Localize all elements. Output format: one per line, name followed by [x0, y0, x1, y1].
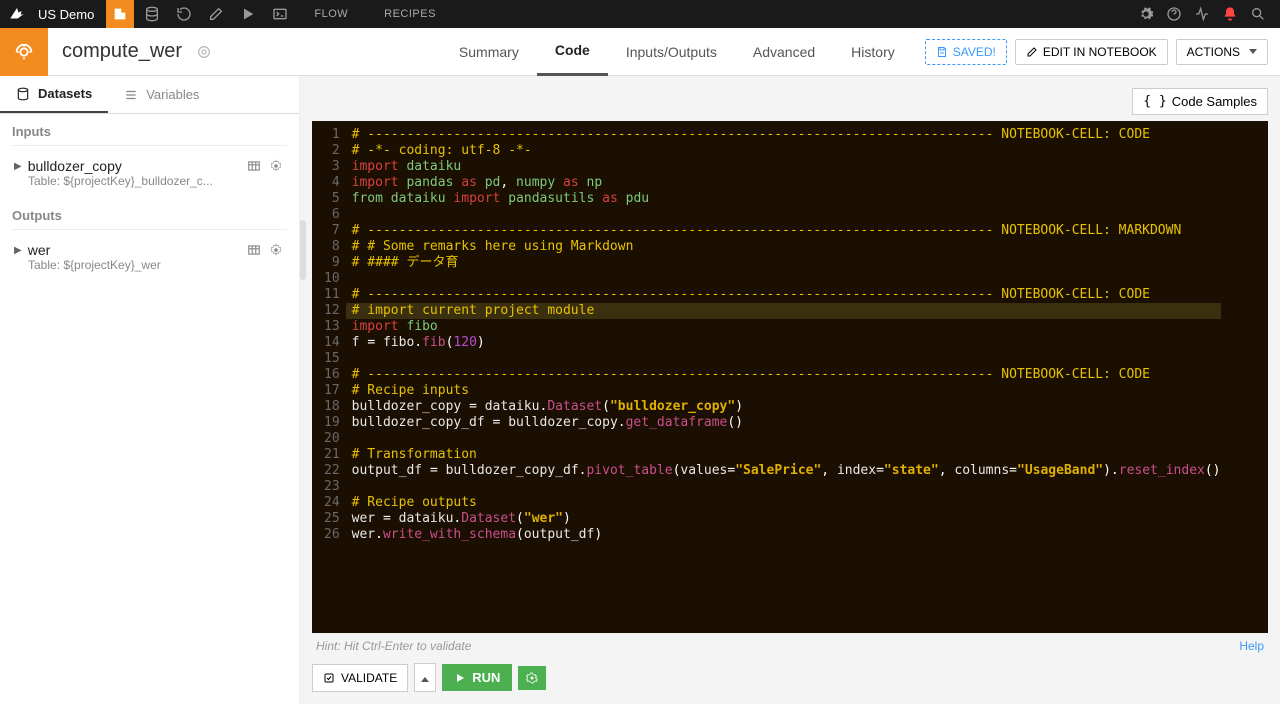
sidebar-resize-handle[interactable]	[300, 220, 306, 280]
activity-icon[interactable]	[1188, 0, 1216, 28]
nav-flow[interactable]: FLOW	[298, 8, 364, 20]
header: compute_wer Summary Code Inputs/Outputs …	[0, 28, 1280, 76]
gear-small-icon[interactable]	[269, 159, 285, 173]
code-samples-label: Code Samples	[1172, 94, 1257, 109]
nav-recipes[interactable]: RECIPES	[368, 8, 452, 20]
topbar: US Demo FLOW RECIPES	[0, 0, 1280, 28]
validate-dropdown[interactable]	[414, 663, 436, 692]
table-icon[interactable]	[247, 159, 263, 173]
tab-advanced[interactable]: Advanced	[735, 28, 833, 76]
logo-bird-icon[interactable]	[8, 5, 26, 23]
chevron-right-icon: ▶	[14, 161, 22, 172]
output-item[interactable]: ▶ wer Table: ${projectKey}_wer	[0, 236, 299, 282]
run-settings-button[interactable]	[518, 666, 546, 690]
table-icon[interactable]	[247, 243, 263, 257]
recipe-title: compute_wer	[48, 40, 196, 63]
recipe-type-icon[interactable]	[106, 0, 134, 28]
sidebar: Datasets Variables Inputs ▶ bulldozer_co…	[0, 76, 300, 704]
edit-notebook-label: EDIT IN NOTEBOOK	[1043, 45, 1157, 59]
sidebar-tab-datasets[interactable]: Datasets	[0, 76, 108, 113]
run-button[interactable]: RUN	[442, 664, 512, 691]
output-name: wer	[28, 242, 241, 258]
main: Datasets Variables Inputs ▶ bulldozer_co…	[0, 76, 1280, 704]
inputs-section-label: Inputs	[0, 114, 299, 152]
outputs-section-label: Outputs	[0, 198, 299, 236]
validate-label: VALIDATE	[341, 671, 397, 685]
sidebar-tab-variables-label: Variables	[146, 87, 199, 102]
content: { } Code Samples 12345678910111213141516…	[300, 76, 1280, 704]
target-icon[interactable]	[196, 44, 212, 60]
edit-notebook-button[interactable]: EDIT IN NOTEBOOK	[1015, 39, 1168, 65]
help-icon[interactable]	[1160, 0, 1188, 28]
saved-button[interactable]: SAVED!	[925, 39, 1007, 65]
sidebar-tab-datasets-label: Datasets	[38, 86, 92, 101]
tab-summary[interactable]: Summary	[441, 28, 537, 76]
actions-button[interactable]: ACTIONS	[1176, 39, 1268, 65]
footer: VALIDATE RUN	[312, 659, 1268, 692]
run-label: RUN	[472, 670, 500, 685]
play-icon[interactable]	[234, 0, 262, 28]
input-item[interactable]: ▶ bulldozer_copy Table: ${projectKey}_bu…	[0, 152, 299, 198]
bell-icon[interactable]	[1216, 0, 1244, 28]
output-table-sub: Table: ${projectKey}_wer	[14, 258, 285, 272]
database-icon[interactable]	[138, 0, 166, 28]
help-link[interactable]: Help	[1239, 639, 1264, 653]
chevron-right-icon: ▶	[14, 245, 22, 256]
tab-io[interactable]: Inputs/Outputs	[608, 28, 735, 76]
validate-button[interactable]: VALIDATE	[312, 664, 408, 692]
tab-history[interactable]: History	[833, 28, 913, 76]
recipe-python-icon	[0, 28, 48, 76]
code-samples-button[interactable]: { } Code Samples	[1132, 88, 1268, 115]
terminal-icon[interactable]	[266, 0, 294, 28]
sidebar-tab-variables[interactable]: Variables	[108, 76, 215, 113]
saved-label: SAVED!	[953, 45, 996, 59]
gear-small-icon[interactable]	[269, 243, 285, 257]
editor-hint: Hint: Hit Ctrl-Enter to validate Help	[312, 633, 1268, 659]
header-tabs: Summary Code Inputs/Outputs Advanced His…	[441, 28, 913, 76]
refresh-icon[interactable]	[170, 0, 198, 28]
input-name: bulldozer_copy	[28, 158, 241, 174]
input-table-sub: Table: ${projectKey}_bulldozer_c...	[14, 174, 285, 188]
search-icon[interactable]	[1244, 0, 1272, 28]
gear-icon[interactable]	[1132, 0, 1160, 28]
project-name[interactable]: US Demo	[30, 7, 102, 22]
code-editor[interactable]: 1234567891011121314151617181920212223242…	[312, 121, 1268, 633]
tab-code[interactable]: Code	[537, 28, 608, 76]
actions-label: ACTIONS	[1187, 45, 1240, 59]
edit-icon[interactable]	[202, 0, 230, 28]
